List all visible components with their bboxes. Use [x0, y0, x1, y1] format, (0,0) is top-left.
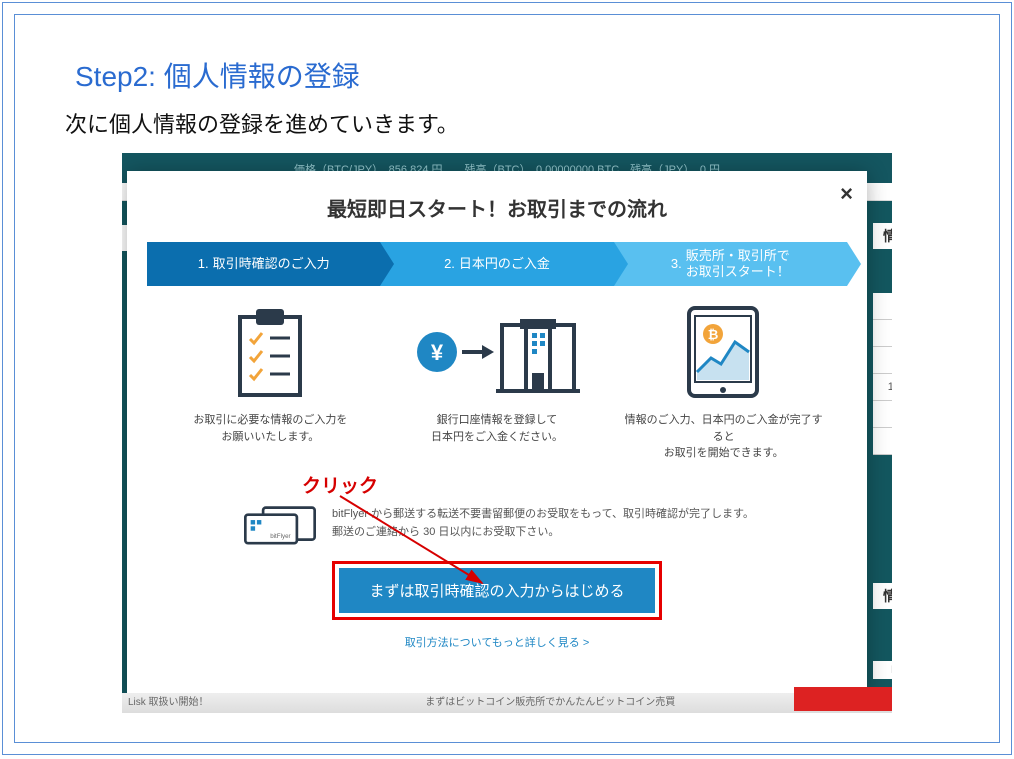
step-3: 3. 販売所・取引所で お取引スタート！ — [614, 242, 847, 286]
step1-desc: お取引に必要な情報のご入力を お願いいたします。 — [168, 412, 372, 445]
step-1-num: 1. — [198, 256, 209, 272]
icon-row: お取引に必要な情報のご入力を お願いいたします。 ¥ — [157, 302, 837, 462]
svg-text:¥: ¥ — [431, 340, 444, 365]
step3-illustration: ₿ 情報のご入力、日本円のご入金が完了すると お取引を開始できます。 — [622, 302, 826, 462]
start-verification-button[interactable]: まずは取引時確認の入力からはじめる — [339, 568, 654, 613]
step-1: 1. 取引時確認のご入力 — [147, 242, 380, 286]
svg-text:₿: ₿ — [708, 327, 719, 342]
modal-title: 最短即日スタート！お取引までの流れ — [127, 171, 867, 242]
side-numbers: 8 9 7 1,4 4 2 — [873, 293, 892, 455]
side-bf-label: BF — [873, 661, 892, 679]
intro-text: 次に個人情報の登録を進めていきます。 — [65, 107, 959, 139]
footer-note: bitFlyer bitFlyer から郵送する転送不要書留郵便のお受取をもって… — [127, 502, 867, 547]
step-3-label: 販売所・取引所で お取引スタート！ — [686, 248, 790, 281]
cta-highlight-border: まずは取引時確認の入力からはじめる — [332, 561, 661, 620]
step-2: 2. 日本円のご入金 — [380, 242, 613, 286]
step-2-num: 2. — [444, 256, 455, 272]
step2-desc: 銀行口座情報を登録して 日本円をご入金ください。 — [395, 412, 599, 445]
clipboard-icon — [230, 305, 310, 400]
yen-bank-icon: ¥ — [412, 305, 582, 400]
step-title: Step2: 個人情報の登録 — [75, 55, 959, 95]
tablet-chart-icon: ₿ — [681, 302, 766, 402]
step1-illustration: お取引に必要な情報のご入力を お願いいたします。 — [168, 302, 372, 462]
bg-bottom-strip: Lisk 取扱い開始！ まずはビットコイン販売所でかんたんビットコイン売買 — [122, 693, 892, 713]
step-3-num: 3. — [671, 256, 682, 272]
bottom-left-text: Lisk 取扱い開始！ — [128, 693, 209, 713]
side-num: 1,4 — [873, 374, 892, 401]
side-num: 7 — [873, 347, 892, 374]
side-num: 4 — [873, 401, 892, 428]
bg-red-button — [794, 687, 892, 711]
svg-text:bitFlyer: bitFlyer — [270, 532, 290, 539]
click-annotation-label: クリック — [302, 471, 378, 498]
side-num: 2 — [873, 428, 892, 455]
close-icon[interactable]: × — [840, 181, 853, 207]
bottom-center-text: まずはビットコイン販売所でかんたんビットコイン売買 — [425, 697, 675, 708]
step-1-label: 取引時確認のご入力 — [213, 256, 330, 272]
steps-bar: 1. 取引時確認のご入力 2. 日本円のご入金 3. 販売所・取引所で お取引ス… — [147, 242, 847, 286]
mail-card-icon: bitFlyer — [240, 502, 320, 547]
more-info-link[interactable]: 取引方法についてもっと詳しく見る > — [127, 634, 867, 650]
side-info-label-2: 情 — [873, 583, 892, 609]
modal-screenshot: 価格（BTC/JPY） 856,824 円 残高（BTC） 0.00000000… — [122, 153, 892, 713]
footer-note-text: bitFlyer から郵送する転送不要書留郵便のお受取をもって、取引時確認が完了… — [332, 506, 754, 541]
side-info-label: 情 — [873, 223, 892, 249]
step2-illustration: ¥ — [395, 302, 599, 462]
step-2-label: 日本円のご入金 — [459, 256, 550, 272]
onboarding-modal: × 最短即日スタート！お取引までの流れ 1. 取引時確認のご入力 2. 日本円の… — [127, 171, 867, 698]
step3-desc: 情報のご入力、日本円のご入金が完了すると お取引を開始できます。 — [622, 412, 826, 462]
side-num: 8 — [873, 293, 892, 320]
side-num: 9 — [873, 320, 892, 347]
